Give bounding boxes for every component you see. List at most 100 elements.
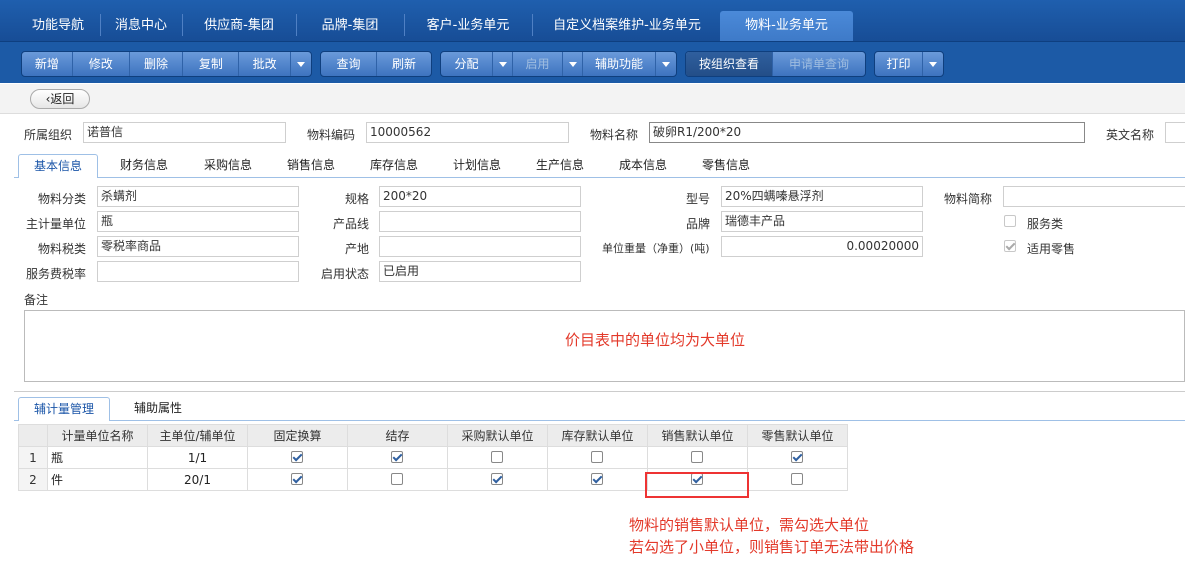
column-header[interactable]: 固定换算 [247, 424, 348, 447]
unit-weight-field[interactable]: 0.00020000 [721, 236, 923, 257]
enable-dropdown-icon[interactable] [563, 52, 583, 76]
status-label: 启用状态 [321, 267, 370, 281]
code-field[interactable]: 10000562 [366, 122, 569, 143]
category-field[interactable]: 杀螨剂 [97, 186, 299, 207]
column-header[interactable]: 库存默认单位 [547, 424, 648, 447]
tax-class-field[interactable]: 零税率商品 [97, 236, 299, 257]
copy-button[interactable]: 复制 [183, 52, 240, 76]
print-dropdown-icon[interactable] [923, 52, 943, 76]
org-label: 所属组织 [24, 128, 73, 142]
service-tax-field[interactable] [97, 261, 299, 282]
service-class-checkbox[interactable] [1004, 215, 1016, 227]
view-by-org-button[interactable]: 按组织查看 [686, 52, 773, 76]
batch-edit-dropdown-icon[interactable] [291, 52, 311, 76]
tab-inventory-info[interactable]: 库存信息 [356, 154, 432, 178]
retail-applicable-checkbox[interactable] [1004, 240, 1016, 252]
assign-dropdown-icon[interactable] [493, 52, 513, 76]
tab-sales-info[interactable]: 销售信息 [273, 154, 349, 178]
status-field[interactable]: 已启用 [379, 261, 581, 282]
fixed-conversion-cell[interactable] [247, 446, 348, 469]
refresh-button[interactable]: 刷新 [377, 52, 431, 76]
name-field[interactable]: 破卵R1/200*20 [649, 122, 1085, 143]
column-header[interactable]: 销售默认单位 [647, 424, 748, 447]
assist-dropdown-icon[interactable] [656, 52, 676, 76]
fixed-conversion-cell[interactable] [247, 468, 348, 491]
tab-finance-info[interactable]: 财务信息 [106, 154, 182, 178]
print-button[interactable]: 打印 [875, 52, 923, 76]
stock-checkbox[interactable] [390, 450, 403, 463]
main-unit-field[interactable]: 瓶 [97, 211, 299, 232]
apply-query-button[interactable]: 申请单查询 [773, 52, 865, 76]
inventory-default-cell[interactable] [547, 446, 648, 469]
short-name-field[interactable] [1003, 186, 1185, 207]
nav-tab-material-bu[interactable]: 物料-业务单元 [720, 11, 853, 41]
inventory-default-checkbox[interactable] [590, 472, 603, 485]
table-row[interactable]: 1 瓶 1/1 [18, 446, 848, 469]
name-label: 物料名称 [590, 128, 639, 142]
query-button-group: 查询 刷新 [320, 51, 432, 77]
purchase-default-cell[interactable] [447, 446, 548, 469]
back-button[interactable]: ‹返回 [30, 89, 90, 109]
nav-tab-supplier-group[interactable]: 供应商-集团 [184, 11, 294, 41]
unit-name-cell[interactable]: 件 [47, 468, 148, 491]
purchase-default-checkbox[interactable] [490, 472, 503, 485]
tab-purchase-info[interactable]: 采购信息 [190, 154, 266, 178]
tab-aux-unit-management[interactable]: 辅计量管理 [18, 397, 110, 421]
model-field[interactable]: 20%四螨嗪悬浮剂 [721, 186, 923, 207]
nav-tab-custom-archive-bu[interactable]: 自定义档案维护-业务单元 [534, 11, 720, 41]
fixed-conversion-checkbox[interactable] [290, 450, 303, 463]
assign-button-group: 分配 启用 辅助功能 [440, 51, 677, 77]
fixed-conversion-checkbox[interactable] [290, 472, 303, 485]
enable-button[interactable]: 启用 [513, 52, 563, 76]
back-bar: ‹返回 [0, 84, 1185, 114]
sales-default-checkbox[interactable] [690, 450, 703, 463]
delete-button[interactable]: 删除 [130, 52, 184, 76]
english-name-field[interactable] [1165, 122, 1185, 143]
ratio-cell[interactable]: 20/1 [147, 468, 248, 491]
tab-retail-info[interactable]: 零售信息 [688, 154, 764, 178]
nav-divider [404, 14, 405, 36]
nav-tab-message-center[interactable]: 消息中心 [102, 11, 180, 41]
query-button[interactable]: 查询 [321, 52, 377, 76]
model-label: 型号 [686, 192, 711, 206]
retail-default-cell[interactable] [747, 468, 848, 491]
assign-button[interactable]: 分配 [441, 52, 493, 76]
new-button[interactable]: 新增 [22, 52, 73, 76]
batch-edit-button[interactable]: 批改 [239, 52, 292, 76]
tab-cost-info[interactable]: 成本信息 [605, 154, 681, 178]
sales-default-cell[interactable] [647, 446, 748, 469]
origin-field[interactable] [379, 236, 581, 257]
nav-tab-function-nav[interactable]: 功能导航 [18, 11, 98, 41]
stock-checkbox[interactable] [390, 472, 403, 485]
tab-basic-info[interactable]: 基本信息 [18, 154, 98, 178]
column-header[interactable]: 零售默认单位 [747, 424, 848, 447]
tab-aux-attributes[interactable]: 辅助属性 [118, 397, 198, 421]
nav-tab-customer-bu[interactable]: 客户-业务单元 [406, 11, 530, 41]
stock-cell[interactable] [347, 468, 448, 491]
retail-default-checkbox[interactable] [790, 472, 803, 485]
column-header[interactable]: 采购默认单位 [447, 424, 548, 447]
inventory-default-checkbox[interactable] [590, 450, 603, 463]
unit-name-cell[interactable]: 瓶 [47, 446, 148, 469]
stock-cell[interactable] [347, 446, 448, 469]
spec-field[interactable]: 200*20 [379, 186, 581, 207]
ratio-cell[interactable]: 1/1 [147, 446, 248, 469]
tab-production-info[interactable]: 生产信息 [522, 154, 598, 178]
remark-label: 备注 [24, 293, 49, 307]
product-line-field[interactable] [379, 211, 581, 232]
column-header[interactable]: 结存 [347, 424, 448, 447]
column-header[interactable]: 主单位/辅单位 [147, 424, 248, 447]
print-button-group: 打印 [874, 51, 944, 77]
retail-default-checkbox[interactable] [790, 450, 803, 463]
purchase-default-cell[interactable] [447, 468, 548, 491]
inventory-default-cell[interactable] [547, 468, 648, 491]
edit-button[interactable]: 修改 [73, 52, 130, 76]
tab-plan-info[interactable]: 计划信息 [439, 154, 515, 178]
assist-functions-button[interactable]: 辅助功能 [583, 52, 656, 76]
nav-tab-brand-group[interactable]: 品牌-集团 [298, 11, 402, 41]
brand-field[interactable]: 瑞德丰产品 [721, 211, 923, 232]
org-field[interactable]: 诺普信 [83, 122, 286, 143]
purchase-default-checkbox[interactable] [490, 450, 503, 463]
retail-default-cell[interactable] [747, 446, 848, 469]
column-header[interactable]: 计量单位名称 [47, 424, 148, 447]
